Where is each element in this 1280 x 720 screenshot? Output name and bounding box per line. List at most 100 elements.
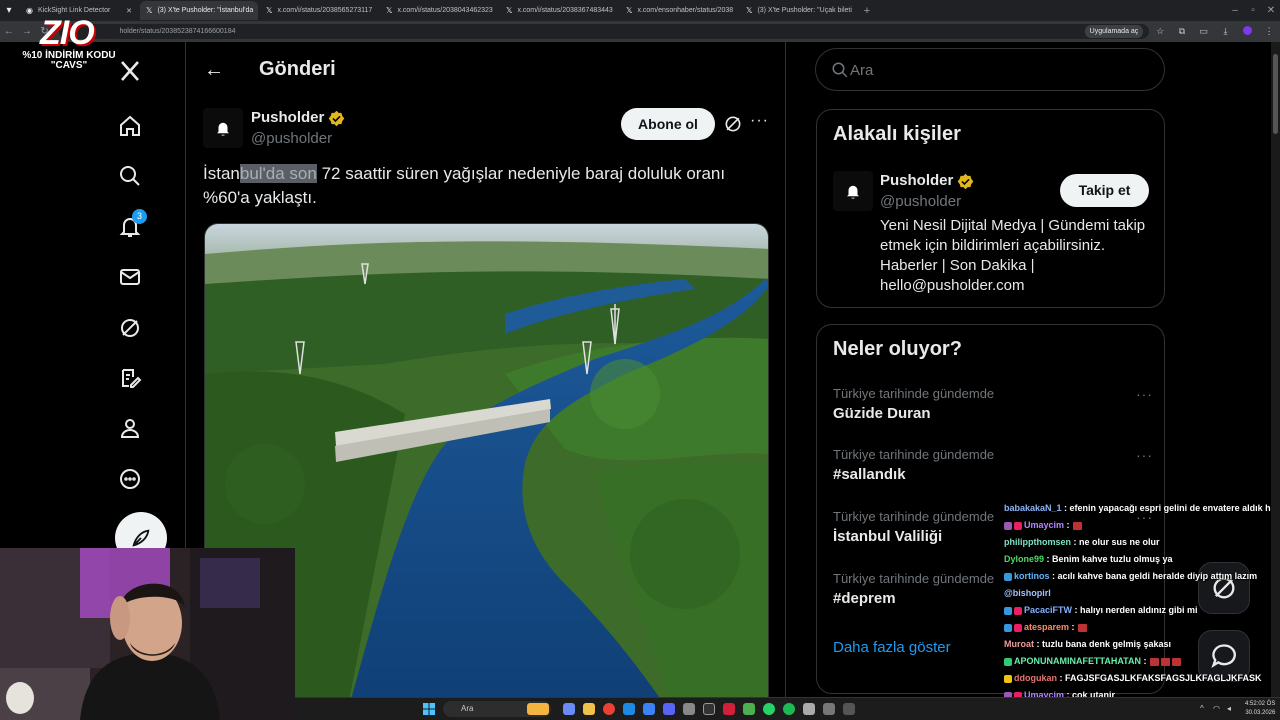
author-name[interactable]: Pusholder [251, 109, 324, 126]
chat-text: @bishopirl [1004, 588, 1051, 598]
whatsapp-icon[interactable] [763, 703, 775, 715]
close-icon[interactable]: ✕ [377, 7, 378, 15]
widget-icon[interactable] [527, 703, 549, 715]
x-favicon-icon: 𝕏 [146, 6, 153, 15]
chat-username: Muroat [1004, 639, 1034, 649]
related-handle[interactable]: @pusholder [880, 193, 961, 210]
profile-icon[interactable] [117, 415, 143, 441]
follow-button[interactable]: Takip et [1060, 174, 1149, 207]
home-icon[interactable] [117, 113, 143, 139]
browser-tab[interactable]: 𝕏x.com/i/status/2038043462323 ✕ [380, 1, 498, 20]
discord-icon[interactable] [663, 703, 675, 715]
taskbar-search-placeholder: Ara [461, 704, 474, 713]
address-bar[interactable]: holder/status/2038523874166600184 Uygula… [59, 24, 1150, 39]
app-icon[interactable] [843, 703, 855, 715]
chat-text: Benim kahve tuzlu olmuş ya [1052, 554, 1173, 564]
extensions-icon[interactable]: ⧉ [1171, 26, 1193, 37]
emote-icon [1149, 657, 1159, 666]
menu-icon[interactable]: ⋮ [1258, 26, 1280, 37]
premium-icon[interactable] [117, 365, 143, 391]
back-icon[interactable]: ← [0, 26, 18, 37]
mail-icon[interactable] [117, 264, 143, 290]
app-icon[interactable] [823, 703, 835, 715]
file-explorer-icon[interactable] [583, 703, 595, 715]
close-icon[interactable]: ✕ [126, 7, 132, 15]
profile-avatar-icon[interactable] [1236, 26, 1258, 37]
trend-item[interactable]: Türkiye tarihinde gündemde Güzide Duran … [833, 386, 1153, 436]
chat-username: Dylone99 [1004, 554, 1045, 564]
browser-tab[interactable]: ◉ KickSight Link Detector ✕ [20, 1, 138, 20]
chrome-icon[interactable] [603, 703, 615, 715]
related-avatar[interactable] [833, 171, 873, 211]
grok-icon[interactable] [723, 114, 743, 134]
tab-title: x.com/i/status/2038367483443 [517, 7, 613, 14]
copilot-icon[interactable] [563, 703, 575, 715]
browser-tab[interactable]: 𝕏(3) X'te Pusholder: "Uçak bileti✕ [740, 1, 858, 20]
more-icon[interactable] [117, 466, 143, 492]
edge-icon[interactable] [623, 703, 635, 715]
back-arrow-icon[interactable]: ← [204, 59, 224, 82]
more-options-icon[interactable]: ··· [1136, 386, 1153, 402]
close-window-icon[interactable]: ✕ [1262, 5, 1280, 16]
search-icon [832, 62, 848, 78]
page-scrollbar[interactable] [1271, 42, 1280, 697]
minimize-icon[interactable]: – [1226, 5, 1244, 16]
url-text: holder/status/2038523874166600184 [119, 28, 236, 35]
open-in-app-button[interactable]: Uygulamada aç [1084, 25, 1144, 38]
more-options-icon[interactable]: ··· [750, 112, 769, 130]
search-icon[interactable] [117, 163, 143, 189]
search-input[interactable]: Ara [815, 48, 1165, 91]
spotify-icon[interactable] [783, 703, 795, 715]
tray-chevron-icon[interactable]: ^ [1200, 704, 1204, 713]
sidebar-icon[interactable]: ▭ [1193, 26, 1215, 37]
forward-icon[interactable]: → [18, 26, 36, 37]
author-handle[interactable]: @pusholder [251, 130, 332, 147]
chat-text: acılı kahve bana geldi heralde diyip att… [1057, 571, 1258, 581]
related-name[interactable]: Pusholder [880, 172, 953, 189]
star-icon[interactable]: ☆ [1149, 26, 1171, 37]
wifi-icon[interactable]: ◠ [1213, 704, 1220, 713]
x-logo-icon[interactable] [117, 58, 143, 84]
chat-message: philippthomsen : ne olur sus ne olur [1004, 537, 1160, 547]
reload-icon[interactable]: ↻ [36, 26, 54, 37]
app-icon[interactable] [723, 703, 735, 715]
tab-title: KickSight Link Detector [37, 7, 111, 14]
download-icon[interactable]: ⤓ [1215, 26, 1237, 37]
gift-badge-icon [1014, 623, 1022, 632]
chat-text: tuzlu bana denk gelmiş şakası [1042, 639, 1172, 649]
trends-title: Neler oluyor? [833, 338, 962, 360]
obs-icon[interactable] [703, 703, 715, 715]
app-icon[interactable] [643, 703, 655, 715]
maximize-icon[interactable]: ▫ [1244, 5, 1262, 16]
verified-badge-icon [328, 110, 345, 127]
taskbar-clock[interactable]: 4:52:02 ÖS 30.03.2026 [1245, 700, 1275, 718]
browser-tab-active[interactable]: 𝕏(3) X'te Pusholder: "İstanbul'da✕ [140, 1, 258, 20]
app-icon[interactable] [803, 703, 815, 715]
volume-icon[interactable]: ◂ [1227, 704, 1231, 713]
verified-badge-icon [957, 173, 974, 190]
app-icon[interactable] [683, 703, 695, 715]
browser-tab[interactable]: 𝕏x.com/i/status/2038367483443✕ [500, 1, 618, 20]
chat-username: PacaciFTW [1024, 605, 1073, 615]
sub-badge-icon [1004, 674, 1012, 683]
sub-badge-icon [1004, 657, 1012, 666]
more-options-icon[interactable]: ··· [1136, 447, 1153, 463]
page-title: Gönderi [259, 58, 336, 80]
trend-item[interactable]: Türkiye tarihinde gündemde #sallandık ··… [833, 447, 1153, 497]
browser-tab[interactable]: 𝕏x.com/ensonhaber/status/2038✕ [620, 1, 738, 20]
grok-icon[interactable] [117, 315, 143, 341]
show-more-link[interactable]: Daha fazla göster [833, 639, 951, 656]
clock-time: 4:52:02 ÖS [1245, 701, 1276, 707]
emote-icon [1160, 657, 1170, 666]
scrollbar-thumb[interactable] [1273, 54, 1278, 134]
browser-tab[interactable]: 𝕏x.com/i/status/2038565273117 ✕ [260, 1, 378, 20]
x-favicon-icon: 𝕏 [746, 6, 753, 15]
chat-username: babakakaN_1 [1004, 503, 1062, 513]
windows-start-icon[interactable] [423, 703, 435, 715]
new-tab-icon[interactable]: + [858, 5, 876, 17]
app-icon[interactable] [743, 703, 755, 715]
trend-context: Türkiye tarihinde gündemde [833, 386, 995, 401]
subscribe-button[interactable]: Abone ol [621, 108, 715, 140]
tab-search-icon[interactable]: ▾ [0, 5, 18, 16]
author-avatar[interactable] [203, 108, 243, 148]
